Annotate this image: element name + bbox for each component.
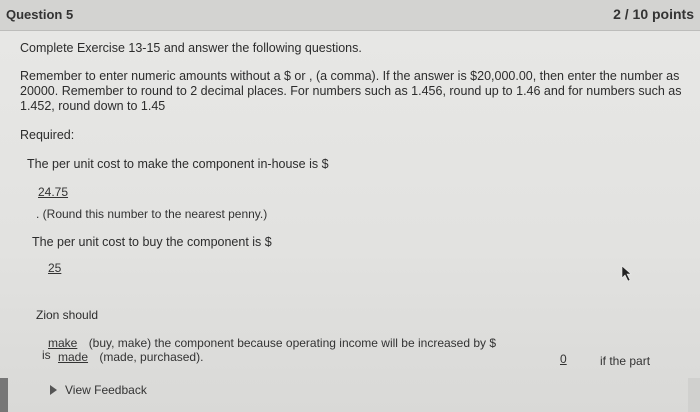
left-edge-shadow	[0, 378, 8, 412]
decision-text-3: if the part	[600, 354, 651, 368]
question-header: Question 5 2 / 10 points	[0, 0, 700, 31]
view-feedback-link[interactable]: View Feedback	[50, 383, 147, 397]
view-feedback-label: View Feedback	[65, 383, 147, 397]
decision-row-1: make (buy, make) the component because o…	[48, 336, 496, 350]
rounding-note: . (Round this number to the nearest penn…	[36, 207, 268, 221]
mouse-cursor-icon	[621, 265, 632, 282]
decision-text-1: (buy, make) the component because operat…	[88, 336, 497, 350]
decision-lead: Zion should	[36, 308, 99, 322]
income-increase-answer[interactable]: 0	[560, 352, 567, 366]
instruction-paragraph: Remember to enter numeric amounts withou…	[20, 69, 682, 113]
expand-triangle-icon	[50, 385, 57, 395]
question-title: Question 5	[6, 7, 74, 22]
is-label: is	[42, 348, 51, 362]
unit-cost-make-prompt: The per unit cost to make the component …	[27, 157, 329, 171]
required-label: Required:	[20, 128, 75, 142]
instruction-line: Complete Exercise 13-15 and answer the f…	[20, 41, 362, 55]
question-page: Question 5 2 / 10 points Complete Exerci…	[0, 0, 700, 412]
decision-text-2: (made, purchased).	[99, 350, 204, 364]
made-purchased-answer[interactable]: made	[58, 350, 88, 364]
right-edge-shadow	[688, 378, 700, 412]
points-score: 2 / 10 points	[613, 6, 694, 22]
unit-cost-buy-prompt: The per unit cost to buy the component i…	[32, 235, 272, 249]
make-buy-answer[interactable]: make	[48, 336, 77, 350]
unit-cost-buy-answer[interactable]: 25	[48, 261, 61, 275]
unit-cost-make-answer[interactable]: 24.75	[38, 185, 68, 199]
decision-row-2: made (made, purchased).	[58, 350, 203, 364]
